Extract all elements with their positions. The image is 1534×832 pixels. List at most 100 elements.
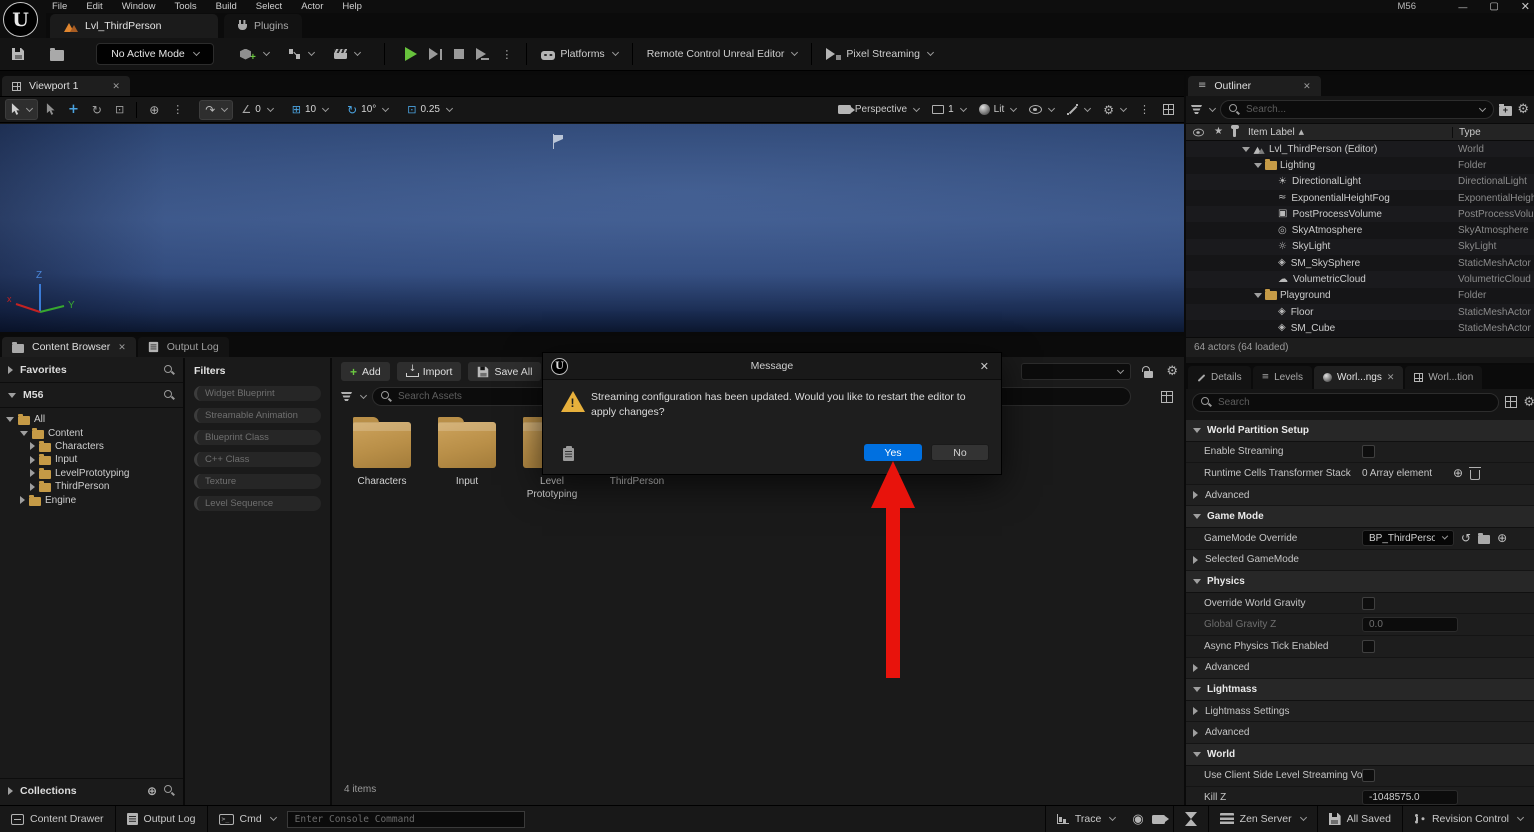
- menu-file[interactable]: File: [52, 1, 67, 12]
- console-command-input[interactable]: [287, 811, 525, 828]
- play-options-button[interactable]: ⋮: [495, 45, 518, 64]
- rotate-tool[interactable]: ↻: [87, 101, 107, 119]
- lock-icon[interactable]: [1144, 371, 1153, 378]
- global-gravity-input[interactable]: 0.0: [1362, 617, 1458, 632]
- star-column-icon[interactable]: ★: [1214, 127, 1223, 137]
- trace-dropdown[interactable]: Trace: [1046, 806, 1126, 832]
- row-advanced-lightmass[interactable]: Advanced: [1186, 722, 1534, 744]
- filter-pill-texture[interactable]: Texture: [194, 474, 321, 489]
- outliner-row[interactable]: PlaygroundFolder: [1186, 288, 1534, 304]
- import-button[interactable]: Import: [397, 362, 462, 381]
- surface-snap-rotate-dropdown[interactable]: ↷: [199, 100, 233, 120]
- blueprints-button[interactable]: [283, 45, 320, 63]
- outliner-search[interactable]: [1220, 100, 1494, 119]
- add-icon[interactable]: ⊕: [1497, 532, 1507, 544]
- skip-frame-button[interactable]: [423, 44, 449, 64]
- tree-item-levelprototyping[interactable]: LevelPrototyping: [6, 467, 183, 480]
- tab-output-log[interactable]: Output Log: [138, 337, 229, 357]
- tree-item-content[interactable]: Content: [6, 426, 183, 439]
- background-tasks-button[interactable]: [1174, 806, 1208, 832]
- outliner-search-input[interactable]: [1246, 104, 1471, 115]
- tree-item-input[interactable]: Input: [6, 453, 183, 466]
- pin-column-icon[interactable]: [1233, 128, 1236, 137]
- tab-outliner[interactable]: ≡ Outliner ✕: [1188, 76, 1321, 96]
- tab-details[interactable]: Details: [1188, 366, 1251, 389]
- rotation-snap-toggle[interactable]: ↻ 10°: [342, 101, 393, 119]
- tab-world-partition[interactable]: Worl...tion: [1405, 366, 1482, 389]
- yes-button[interactable]: Yes: [864, 444, 922, 461]
- transform-options-button[interactable]: ⋮: [167, 101, 188, 118]
- perspective-dropdown[interactable]: Perspective: [833, 101, 924, 118]
- filter-pill-streamable-animation[interactable]: Streamable Animation: [194, 408, 321, 423]
- dialog-titlebar[interactable]: U Message ✕: [543, 353, 1001, 380]
- platforms-button[interactable]: Platforms: [535, 44, 623, 64]
- outliner-row[interactable]: ≈ExponentialHeightFogExponentialHeightFo…: [1186, 190, 1534, 206]
- add-button[interactable]: +Add: [341, 362, 390, 381]
- expand-icon[interactable]: [1254, 293, 1262, 298]
- move-tool[interactable]: +: [63, 100, 84, 119]
- search-icon[interactable]: [164, 365, 175, 376]
- viewport-canvas[interactable]: Z Y x: [0, 124, 1184, 332]
- add-actor-button[interactable]: +: [234, 42, 275, 67]
- use-selected-icon[interactable]: ↺: [1461, 532, 1471, 544]
- outliner-row[interactable]: Lvl_ThirdPerson (Editor)World: [1186, 141, 1534, 157]
- scale-tool[interactable]: ⊡: [110, 101, 129, 118]
- maximize-button[interactable]: ▢: [1489, 1, 1498, 12]
- visibility-column-icon[interactable]: [1193, 128, 1204, 136]
- expand-icon[interactable]: [1242, 147, 1250, 152]
- outliner-row[interactable]: ◎SkyAtmosphereSkyAtmosphere: [1186, 222, 1534, 238]
- row-lightmass-settings[interactable]: Lightmass Settings: [1186, 701, 1534, 723]
- close-button[interactable]: ✕: [1521, 0, 1530, 13]
- add-element-icon[interactable]: ⊕: [1453, 467, 1463, 479]
- client-side-streaming-checkbox[interactable]: [1362, 769, 1375, 782]
- section-lightmass[interactable]: Lightmass: [1186, 679, 1534, 701]
- show-flags-dropdown[interactable]: [1024, 102, 1059, 117]
- filter-icon[interactable]: [341, 392, 352, 401]
- asset-folder-input[interactable]: Input: [435, 422, 499, 501]
- close-icon[interactable]: ✕: [1387, 372, 1395, 383]
- section-world[interactable]: World: [1186, 744, 1534, 766]
- close-icon[interactable]: ✕: [118, 342, 126, 353]
- column-item-label[interactable]: Item Label: [1248, 127, 1295, 138]
- chevron-down-icon[interactable]: [360, 391, 367, 398]
- search-icon[interactable]: [164, 785, 175, 796]
- close-icon[interactable]: ✕: [112, 81, 120, 92]
- details-search-input[interactable]: [1218, 397, 1490, 408]
- surface-snap-toggle[interactable]: ∠ 0: [236, 101, 277, 118]
- async-physics-checkbox[interactable]: [1362, 640, 1375, 653]
- layout-button[interactable]: [1158, 101, 1179, 118]
- insights-icon[interactable]: ◉: [1132, 813, 1143, 826]
- outliner-row[interactable]: ▣PostProcessVolumePostProcessVolume: [1186, 206, 1534, 222]
- tab-viewport-1[interactable]: Viewport 1 ✕: [2, 76, 130, 96]
- path-history-dropdown[interactable]: [1021, 363, 1131, 380]
- content-drawer-button[interactable]: Content Drawer: [0, 806, 115, 832]
- viewport-options-button[interactable]: ⋮: [1134, 101, 1155, 118]
- outliner-row[interactable]: ◈SM_CubeStaticMeshActor: [1186, 320, 1534, 336]
- tree-item-thirdperson[interactable]: ThirdPerson: [6, 480, 183, 493]
- row-advanced-wps[interactable]: Advanced: [1186, 485, 1534, 507]
- menu-tools[interactable]: Tools: [174, 1, 196, 12]
- stop-button[interactable]: [448, 45, 470, 63]
- filter-pill-widget-blueprint[interactable]: Widget Blueprint: [194, 386, 321, 401]
- filter-icon[interactable]: [1191, 105, 1202, 114]
- gear-icon[interactable]: ⚙: [1523, 396, 1534, 409]
- row-selected-gamemode[interactable]: Selected GameMode: [1186, 550, 1534, 572]
- remote-control-button[interactable]: Remote Control Unreal Editor: [641, 44, 804, 64]
- tab-level[interactable]: Lvl_ThirdPerson: [50, 14, 218, 38]
- tab-world-settings[interactable]: Worl...ngs ✕: [1314, 366, 1403, 389]
- search-icon[interactable]: [164, 390, 175, 401]
- add-collection-icon[interactable]: ⊕: [147, 785, 157, 797]
- cinematics-button[interactable]: [328, 45, 366, 63]
- display-options-icon[interactable]: [1505, 396, 1517, 408]
- unreal-logo-icon[interactable]: U: [3, 2, 38, 37]
- tab-plugins[interactable]: Plugins: [224, 14, 302, 38]
- override-gravity-checkbox[interactable]: [1362, 597, 1375, 610]
- outliner-row[interactable]: ☼SkyLightSkyLight: [1186, 239, 1534, 255]
- outliner-row[interactable]: ◈SM_SkySphereStaticMeshActor: [1186, 255, 1534, 271]
- outliner-row[interactable]: ☀DirectionalLightDirectionalLight: [1186, 174, 1534, 190]
- section-game-mode[interactable]: Game Mode: [1186, 506, 1534, 528]
- column-type[interactable]: Type: [1452, 127, 1534, 138]
- gamemode-override-dropdown[interactable]: BP_ThirdPersonG: [1362, 530, 1454, 546]
- select-tool[interactable]: [41, 100, 60, 119]
- filter-pill-blueprint-class[interactable]: Blueprint Class: [194, 430, 321, 445]
